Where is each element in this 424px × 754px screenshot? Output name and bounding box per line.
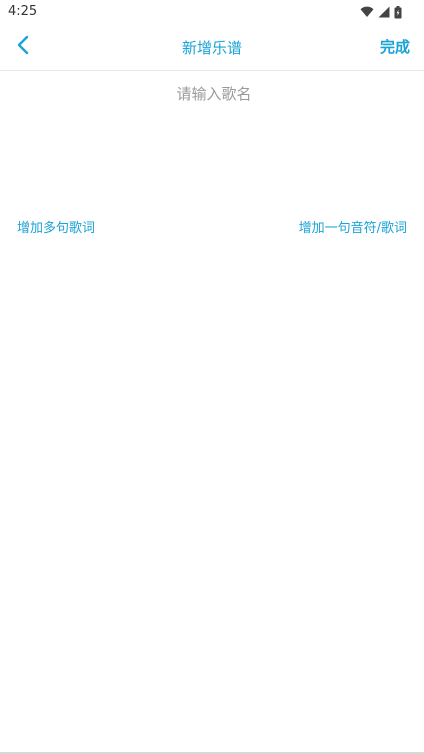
add-multiple-lyrics-button[interactable]: 增加多句歌词 (17, 217, 95, 236)
status-time: 4:25 (8, 4, 38, 19)
wifi-icon (360, 6, 374, 18)
cell-signal-icon (378, 6, 390, 18)
add-note-lyric-line-button[interactable]: 增加一句音符/歌词 (299, 217, 407, 236)
done-button[interactable]: 完成 (380, 36, 410, 57)
page-title: 新增乐谱 (181, 39, 242, 57)
battery-icon (394, 5, 402, 19)
title-bar: 新增乐谱 完成 (0, 24, 424, 71)
status-icons (360, 5, 402, 19)
status-bar: 4:25 (0, 0, 424, 24)
song-name-input[interactable] (0, 80, 424, 108)
